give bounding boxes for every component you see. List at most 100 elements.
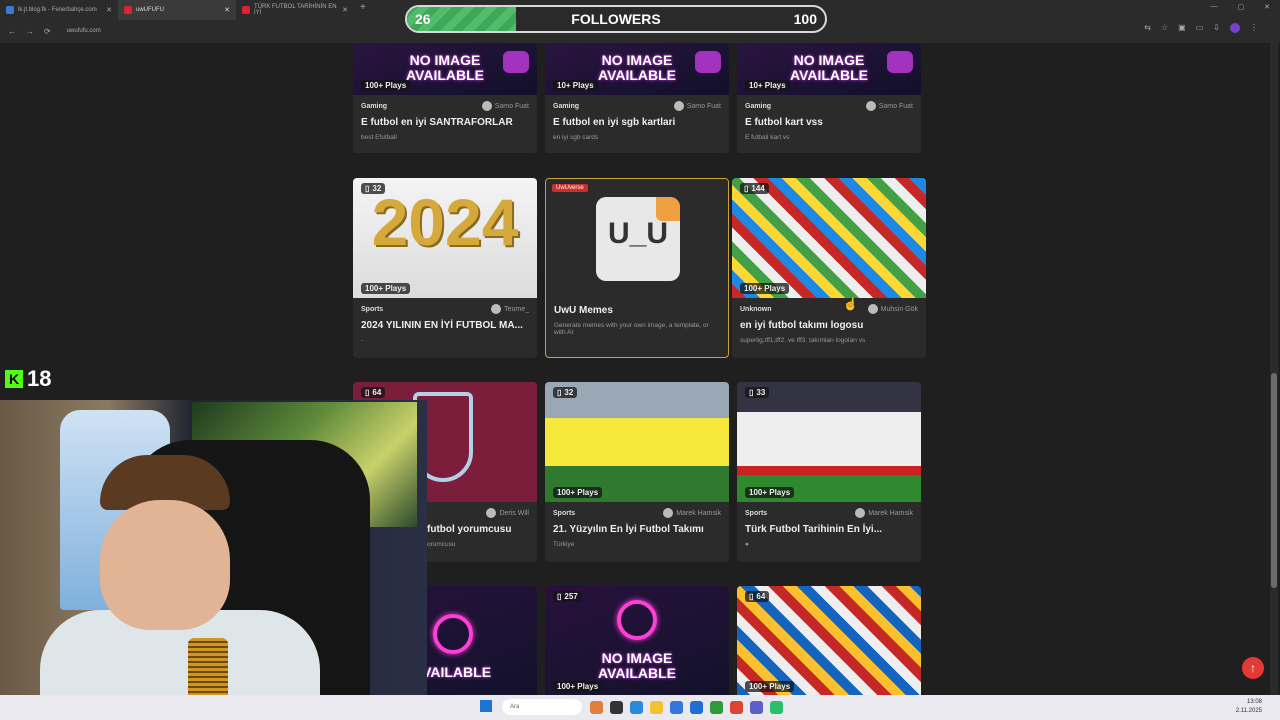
game-card[interactable]: NO IMAGE AVAILABLE ▯ 257 100+ Plays [545,586,729,695]
plays-badge: 100+ Plays [361,283,411,294]
game-card[interactable]: 2024 ▯ 32 100+ Plays Sports Teume_ 2024 YI… [353,178,537,358]
url-field[interactable]: uwufufu.com [67,28,101,34]
card-description: E futbali kart vs [745,134,790,141]
plays-badge: 10+ Plays [553,80,598,91]
task-view-icon[interactable] [610,701,623,714]
card-category: Gaming [745,102,772,110]
card-author[interactable]: Deris Will [486,508,529,518]
no-image-line1: NO IMAGE [601,650,673,666]
window-controls: — ▢ ✕ [1211,3,1271,11]
author-name: Muhsin Gök [880,305,918,313]
user-icon [491,304,502,314]
new-tab-icon[interactable]: + [354,0,372,20]
card-thumbnail: ▯ 33 100+ Plays [737,382,921,502]
taskbar-search[interactable]: Ara [502,699,582,715]
card-author[interactable]: Marek Hamsik [855,508,913,518]
close-tab-icon[interactable]: ✕ [224,6,230,14]
card-author[interactable]: Samo Fuat [481,101,529,111]
plays-badge: 100+ Plays [740,283,790,294]
close-window-icon[interactable]: ✕ [1264,3,1270,11]
game-card[interactable]: NO IMAGE AVAILABLE 10+ Plays Gaming Samo … [737,43,921,153]
download-icon[interactable]: ⇩ [1213,23,1220,33]
scrollbar-thumb[interactable] [1271,373,1277,588]
game-card[interactable]: ▯ 33 100+ Plays Sports Marek Hamsik Türk F… [737,382,921,562]
card-title[interactable]: 21. Yüzyılın En İyi Futbol Takımı [545,518,729,535]
followers-goal-bar: 26 FOLLOWERS 100 [405,5,827,33]
card-title[interactable]: E futbol kart vss [737,111,921,128]
system-tray[interactable]: 13:08 2.11.2025 [1236,698,1262,716]
author-name: Samo Fuat [878,102,913,110]
card-author[interactable]: Muhsin Gök [867,304,918,314]
store-icon[interactable] [670,701,683,714]
card-thumbnail: ▯ 32 100+ Plays [545,382,729,502]
streamer-webcam [0,400,427,720]
plays-badge: 100+ Plays [745,487,795,498]
plays-badge: 10+ Plays [745,80,790,91]
forward-icon[interactable]: → [26,27,34,36]
card-title[interactable]: UwU Memes [546,299,728,316]
tab-uwufufu[interactable]: uwUFUFU ✕ [118,0,236,20]
tab-fenerbahce[interactable]: lk.jt.blog.fk - Fenerbahçe.com ✕ [0,0,118,20]
game-card[interactable]: ▯ 144 100+ Plays Unknown Muhsin Gök en iyi… [732,178,926,358]
plays-badge: 100+ Plays [553,681,603,692]
author-name: Marek Hamsik [868,509,913,517]
sidebar-icon[interactable]: ▭ [1196,23,1204,33]
card-category: Gaming [361,102,388,110]
tab-turk-futbol[interactable]: TÜRK FUTBOL TARİHİNİN EN İYİ ✕ [236,0,354,20]
cards-icon: ▯ [744,184,749,193]
chrome-icon[interactable] [730,701,743,714]
game-card[interactable]: ▯ 32 100+ Plays Sports Marek Hamsik 21. Yü… [545,382,729,562]
file-explorer-icon[interactable] [650,701,663,714]
extensions-icon[interactable]: ▣ [1178,23,1186,33]
card-author[interactable]: Samo Fuat [865,101,913,111]
card-thumbnail: ▯ 64 100+ Plays [737,586,921,695]
page-scrollbar[interactable] [1270,43,1278,695]
back-icon[interactable]: ← [8,27,16,36]
xbox-icon[interactable] [710,701,723,714]
card-category: Sports [553,509,576,517]
scroll-to-top-button[interactable]: ↑ [1242,657,1264,679]
card-author[interactable]: Marek Hamsik [663,508,721,518]
favicon-icon [124,6,132,14]
card-title[interactable]: E futbol en iyi sgb kartlari [545,111,729,128]
minimize-icon[interactable]: — [1211,3,1218,11]
card-title[interactable]: E futbol en iyi SANTRAFORLAR [353,111,537,128]
card-title[interactable]: 2024 YILININ EN İYİ FUTBOL MA... [353,314,537,331]
clock-date: 2.11.2025 [1235,708,1262,714]
translate-icon[interactable]: ⇆ [1144,23,1151,33]
edge-icon[interactable] [630,701,643,714]
maximize-icon[interactable]: ▢ [1238,3,1245,11]
close-tab-icon[interactable]: ✕ [342,6,348,14]
card-description: en iyi sgb cards [553,134,599,141]
reload-icon[interactable]: ⟳ [44,27,51,36]
cards-icon: ▯ [749,592,754,601]
cards-icon: ▯ [365,388,370,397]
card-title[interactable]: en iyi futbol takımı logosu [732,314,926,331]
cards-icon: ▯ [557,388,562,397]
uwu-memes-card[interactable]: UwUverse U_U UwU Memes Generate memes wi… [545,178,729,358]
plays-badge: 100+ Plays [553,487,603,498]
author-name: Teume_ [504,305,529,313]
card-title[interactable]: Türk Futbol Tarihinin En İyi... [737,518,921,535]
game-card[interactable]: NO IMAGE AVAILABLE 100+ Plays Gaming Samo… [353,43,537,153]
bookmark-star-icon[interactable]: ☆ [1161,23,1168,33]
widgets-icon[interactable] [590,701,603,714]
game-card[interactable]: NO IMAGE AVAILABLE 10+ Plays Gaming Samo … [545,43,729,153]
game-card[interactable]: ▯ 64 100+ Plays [737,586,921,695]
windows-start-icon[interactable] [480,700,492,712]
teams-icon[interactable] [750,701,763,714]
followers-label: FOLLOWERS [571,11,661,27]
menu-kebab-icon[interactable]: ⋮ [1250,23,1258,33]
user-icon [865,101,876,111]
app-icon[interactable] [770,701,783,714]
card-author[interactable]: Samo Fuat [673,101,721,111]
no-image-line1: NO IMAGE [793,52,865,68]
card-author[interactable]: Teume_ [491,304,529,314]
profile-avatar[interactable] [1230,23,1240,33]
close-tab-icon[interactable]: ✕ [106,6,112,14]
arrow-up-icon: ↑ [1250,661,1256,675]
mail-icon[interactable] [690,701,703,714]
kick-logo-icon: K [5,370,23,388]
card-thumbnail: NO IMAGE AVAILABLE ▯ 257 100+ Plays [545,586,729,695]
card-description: - [361,337,364,344]
